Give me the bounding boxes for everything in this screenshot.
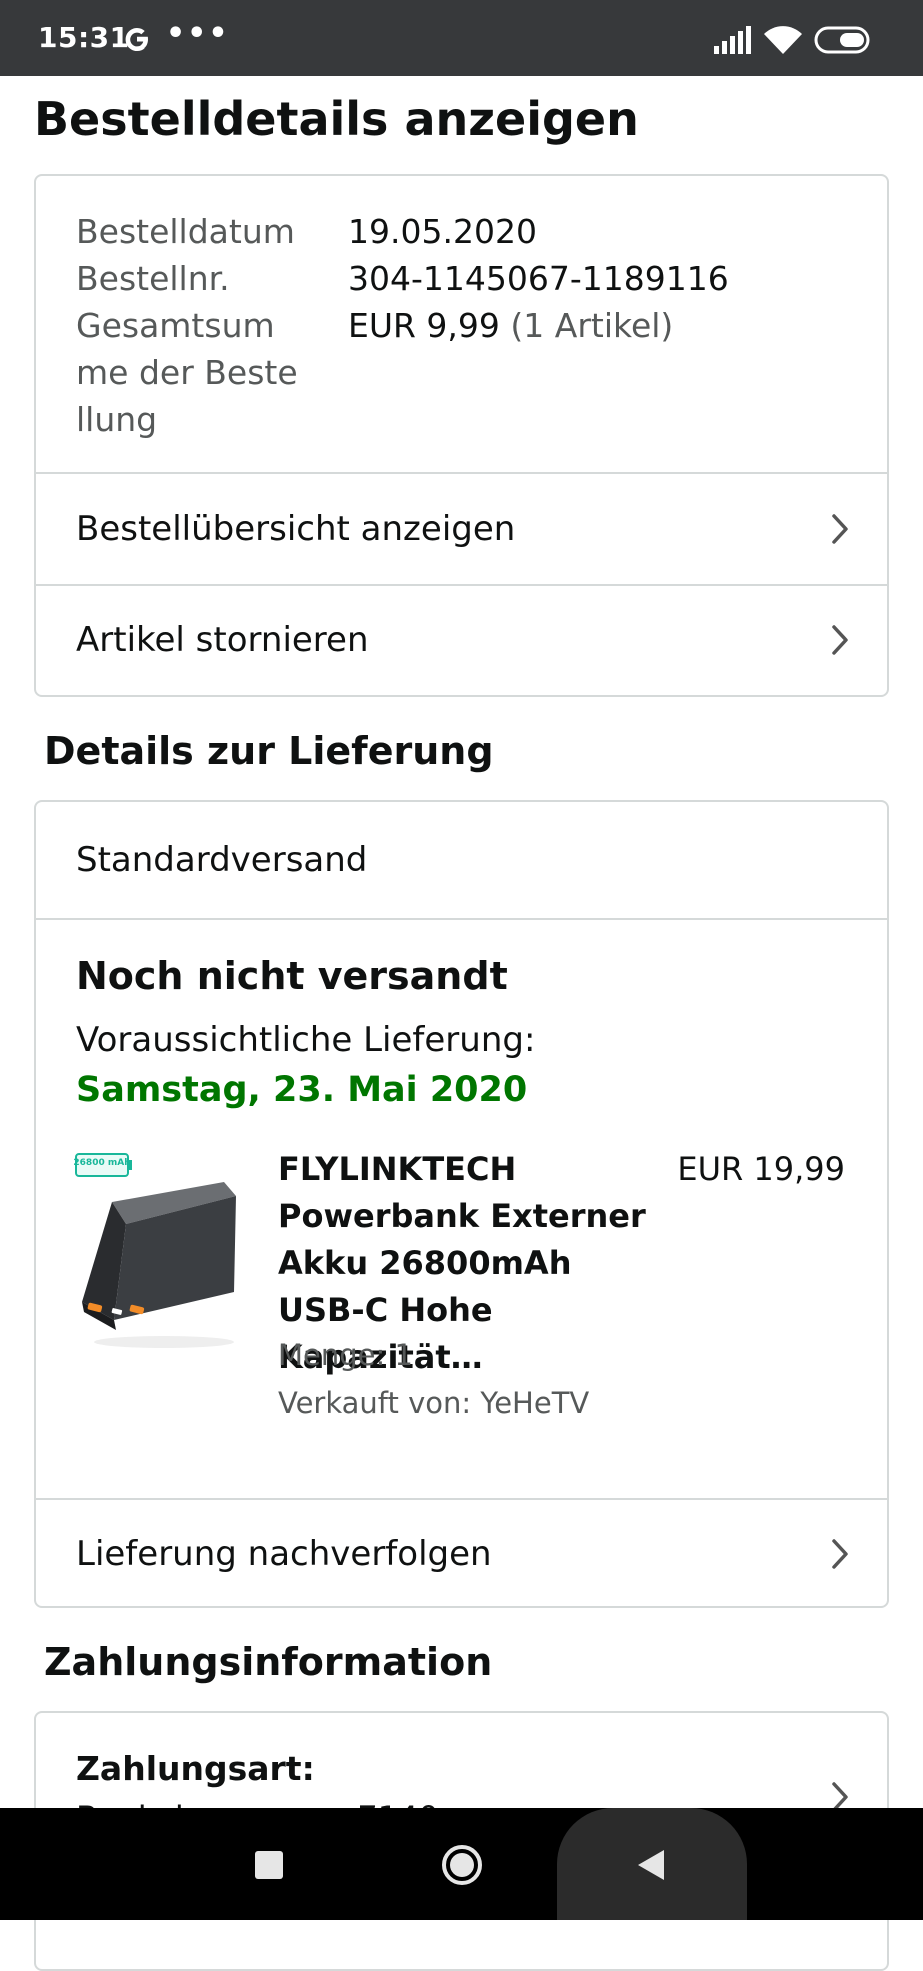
order-summary: Bestelldatum 19.05.2020 Bestellnr. 304-1… [36, 176, 887, 474]
back-button[interactable] [636, 1848, 666, 1882]
signal-icon [714, 26, 751, 54]
cancel-items-row[interactable]: Artikel stornieren [36, 584, 887, 694]
status-bar: 15:31 ••• [0, 0, 923, 76]
chevron-right-icon [832, 514, 848, 544]
delivery-card: Standardversand Noch nicht versandt Vora… [34, 800, 889, 1608]
battery-icon [814, 26, 870, 54]
chevron-right-icon [832, 625, 848, 655]
order-number-label: Bestellnr. [76, 259, 230, 298]
shipping-method-label: Standardversand [76, 840, 368, 880]
delivery-estimate-date: Samstag, 23. Mai 2020 [76, 1070, 528, 1110]
order-total-label: Gesamtsumme der Bestellung [76, 306, 298, 439]
product-image-badge: 26800 mAh [74, 1158, 131, 1168]
payment-method-label: Zahlungsart: [76, 1749, 315, 1788]
product-seller: Verkauft von: YeHeTV [278, 1386, 590, 1420]
shipping-method: Standardversand [36, 802, 887, 920]
cancel-items-label: Artikel stornieren [76, 620, 369, 660]
chevron-right-icon [832, 1539, 848, 1569]
product-price: EUR 19,99 [677, 1150, 845, 1188]
order-total-value: EUR 9,99 (1 Artikel) [348, 302, 673, 349]
more-notifications-icon: ••• [166, 16, 230, 51]
status-time: 15:31 [38, 21, 130, 54]
home-button[interactable] [440, 1843, 484, 1887]
track-package-row[interactable]: Lieferung nachverfolgen [36, 1498, 887, 1606]
order-total-amount: EUR 9,99 [348, 306, 500, 345]
delivery-estimate-label: Voraussichtliche Lieferung: [76, 1020, 536, 1060]
google-icon [125, 28, 148, 51]
payment-section-title: Zahlungsinformation [44, 1640, 493, 1684]
shipment-status: Noch nicht versandt [76, 954, 508, 998]
delivery-section-title: Details zur Lieferung [44, 729, 494, 773]
view-order-summary-label: Bestellübersicht anzeigen [76, 509, 516, 549]
recents-button[interactable] [255, 1851, 283, 1879]
order-date-value: 19.05.2020 [348, 212, 537, 251]
order-summary-card: Bestelldatum 19.05.2020 Bestellnr. 304-1… [34, 174, 889, 697]
page-title: Bestelldetails anzeigen [34, 92, 639, 146]
order-number-value: 304-1145067-1189116 [348, 259, 729, 298]
track-package-label: Lieferung nachverfolgen [76, 1534, 492, 1574]
wifi-icon [764, 26, 802, 54]
product-quantity: Menge: 1 [278, 1338, 413, 1372]
view-order-summary-row[interactable]: Bestellübersicht anzeigen [36, 474, 887, 584]
order-date-label: Bestelldatum [76, 212, 295, 251]
product-image[interactable]: 26800 mAh [74, 1152, 244, 1352]
order-total-items: (1 Artikel) [510, 306, 674, 345]
